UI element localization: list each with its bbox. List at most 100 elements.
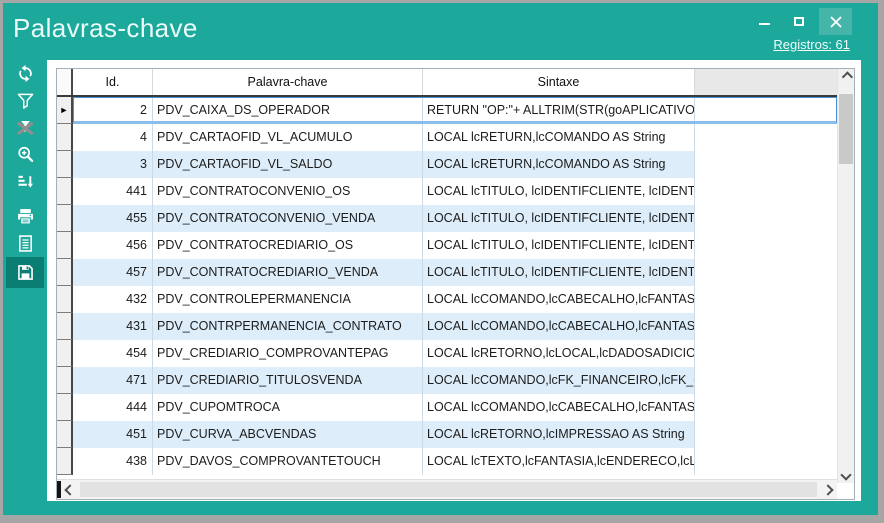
vertical-scrollbar[interactable] (837, 69, 854, 483)
registros-link[interactable]: Registros: 61 (773, 37, 850, 52)
column-header-id[interactable]: Id. (73, 69, 153, 95)
row-selector[interactable] (57, 340, 73, 367)
row-selector[interactable] (57, 313, 73, 340)
cell-id: 441 (73, 178, 153, 205)
row-filler (695, 124, 837, 151)
horizontal-scrollbar[interactable] (57, 479, 837, 499)
row-selector[interactable] (57, 421, 73, 448)
table-row[interactable]: 455PDV_CONTRATOCONVENIO_VENDALOCAL lcTIT… (57, 205, 837, 232)
cell-sintaxe: LOCAL lcTITULO, lcIDENTIFCLIENTE, lcIDEN… (423, 232, 695, 259)
horizontal-scroll-thumb[interactable] (80, 482, 817, 497)
row-selector[interactable] (57, 259, 73, 286)
header-filler (695, 69, 837, 95)
scroll-up-button[interactable] (838, 69, 854, 85)
cell-palavra: PDV_CURVA_ABCVENDAS (153, 421, 423, 448)
row-filler (695, 259, 837, 286)
data-grid: Id. Palavra-chave Sintaxe ► 2PDV_CAIXA_DS… (56, 68, 855, 500)
cell-sintaxe: LOCAL lcCOMANDO,lcCABECALHO,lcFANTAS (423, 394, 695, 421)
cell-sintaxe: LOCAL lcRETURN,lcCOMANDO AS String (423, 124, 695, 151)
table-row[interactable]: 438PDV_DAVOS_COMPROVANTETOUCHLOCAL lcTEX… (57, 448, 837, 475)
column-header-sintaxe[interactable]: Sintaxe (423, 69, 695, 95)
row-filler (695, 97, 837, 124)
table-row[interactable]: 432PDV_CONTROLEPERMANENCIALOCAL lcCOMAND… (57, 286, 837, 313)
refresh-icon (15, 63, 36, 84)
cell-sintaxe: LOCAL lcTITULO, lcIDENTIFCLIENTE, lcIDEN… (423, 205, 695, 232)
window: Palavras-chave Registros: 61 (0, 0, 884, 523)
cell-palavra: PDV_CARTAOFID_VL_ACUMULO (153, 124, 423, 151)
cell-id: 2 (73, 97, 153, 124)
row-filler (695, 151, 837, 178)
cell-sintaxe: LOCAL lcRETURN,lcCOMANDO AS String (423, 151, 695, 178)
cell-id: 431 (73, 313, 153, 340)
zoom-button[interactable] (6, 141, 44, 168)
scroll-down-button[interactable] (838, 467, 854, 483)
maximize-button[interactable] (784, 8, 814, 35)
filter-button[interactable] (6, 87, 44, 114)
row-selector[interactable] (57, 151, 73, 178)
row-filler (695, 367, 837, 394)
cell-sintaxe: LOCAL lcRETORNO,lcLOCAL,lcDADOSADICION (423, 340, 695, 367)
close-button[interactable] (819, 8, 852, 35)
cell-id: 451 (73, 421, 153, 448)
vertical-scroll-thumb[interactable] (839, 94, 853, 164)
cell-id: 444 (73, 394, 153, 421)
table-row[interactable]: 457PDV_CONTRATOCREDIARIO_VENDALOCAL lcTI… (57, 259, 837, 286)
maximize-icon (794, 17, 804, 26)
chevron-left-icon (64, 484, 75, 495)
cell-sintaxe: LOCAL lcRETORNO,lcIMPRESSAO AS String (423, 421, 695, 448)
print-icon (15, 206, 36, 227)
save-button[interactable] (6, 257, 44, 288)
grid-header: Id. Palavra-chave Sintaxe (57, 69, 837, 97)
row-filler (695, 340, 837, 367)
minimize-button[interactable] (749, 8, 779, 35)
row-filler (695, 232, 837, 259)
grid-splitter-handle[interactable] (57, 481, 61, 498)
cell-palavra: PDV_CAIXA_DS_OPERADOR (153, 97, 423, 124)
row-selector[interactable] (57, 205, 73, 232)
table-row[interactable]: 456PDV_CONTRATOCREDIARIO_OSLOCAL lcTITUL… (57, 232, 837, 259)
table-row[interactable]: 444PDV_CUPOMTROCALOCAL lcCOMANDO,lcCABEC… (57, 394, 837, 421)
cell-id: 456 (73, 232, 153, 259)
column-header-palavra[interactable]: Palavra-chave (153, 69, 423, 95)
zoom-icon (15, 144, 36, 165)
sort-button[interactable] (6, 168, 44, 195)
row-selector[interactable] (57, 124, 73, 151)
print-button[interactable] (6, 203, 44, 230)
filter-icon (15, 90, 36, 111)
table-row[interactable]: ►2PDV_CAIXA_DS_OPERADORRETURN "OP:"+ ALL… (57, 97, 837, 124)
table-row[interactable]: 4PDV_CARTAOFID_VL_ACUMULOLOCAL lcRETURN,… (57, 124, 837, 151)
cell-id: 3 (73, 151, 153, 178)
row-selector[interactable]: ► (57, 97, 73, 124)
table-row[interactable]: 431PDV_CONTRPERMANENCIA_CONTRATOLOCAL lc… (57, 313, 837, 340)
row-filler (695, 313, 837, 340)
clear-filter-button[interactable] (6, 114, 44, 141)
toolbar (3, 60, 47, 288)
table-row[interactable]: 451PDV_CURVA_ABCVENDASLOCAL lcRETORNO,lc… (57, 421, 837, 448)
table-row[interactable]: 3PDV_CARTAOFID_VL_SALDOLOCAL lcRETURN,lc… (57, 151, 837, 178)
cell-sintaxe: LOCAL lcTITULO, lcIDENTIFCLIENTE, lcIDEN… (423, 259, 695, 286)
cell-palavra: PDV_CONTRPERMANENCIA_CONTRATO (153, 313, 423, 340)
window-frame: Palavras-chave Registros: 61 (3, 3, 878, 515)
row-selector[interactable] (57, 448, 73, 475)
row-selector[interactable] (57, 367, 73, 394)
cell-id: 471 (73, 367, 153, 394)
row-selector[interactable] (57, 178, 73, 205)
minimize-icon (759, 23, 770, 25)
table-row[interactable]: 441PDV_CONTRATOCONVENIO_OSLOCAL lcTITULO… (57, 178, 837, 205)
refresh-button[interactable] (6, 60, 44, 87)
cell-palavra: PDV_CONTRATOCREDIARIO_VENDA (153, 259, 423, 286)
table-row[interactable]: 454PDV_CREDIARIO_COMPROVANTEPAGLOCAL lcR… (57, 340, 837, 367)
save-icon (15, 262, 36, 283)
report-button[interactable] (6, 230, 44, 257)
header-selector-cell (57, 69, 73, 95)
row-selector[interactable] (57, 232, 73, 259)
cell-sintaxe: LOCAL lcCOMANDO,lcCABECALHO,lcFANTAS (423, 286, 695, 313)
content-area: Id. Palavra-chave Sintaxe ► 2PDV_CAIXA_DS… (47, 60, 861, 501)
scroll-right-button[interactable] (820, 480, 836, 499)
table-row[interactable]: 471PDV_CREDIARIO_TITULOSVENDALOCAL lcCOM… (57, 367, 837, 394)
record-pointer-icon: ► (60, 106, 69, 115)
scroll-left-button[interactable] (62, 480, 78, 499)
row-selector[interactable] (57, 286, 73, 313)
row-selector[interactable] (57, 394, 73, 421)
row-filler (695, 286, 837, 313)
